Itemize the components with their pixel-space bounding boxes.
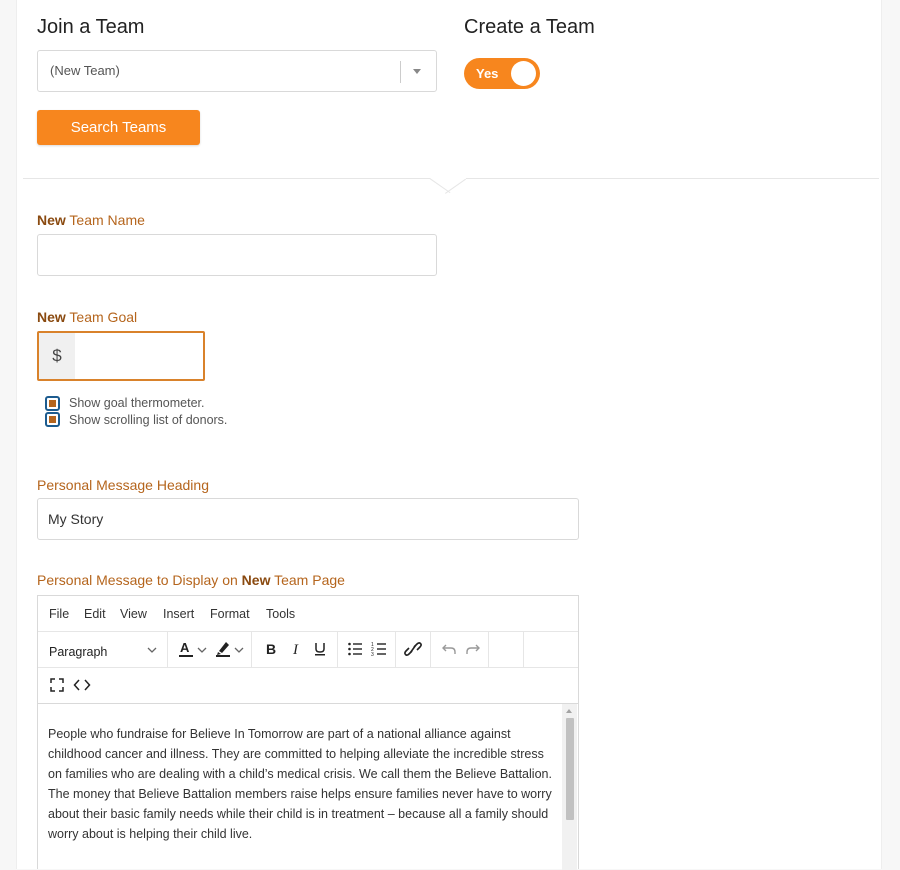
chevron-down-icon[interactable] [413,69,421,74]
checkbox-check [49,416,56,423]
svg-text:A: A [180,640,190,655]
bold-icon[interactable]: B [264,639,278,659]
team-name-label: New Team Name [37,212,145,228]
team-name-label-bold: New [37,212,66,228]
message-label-text: Personal Message to Display on [37,572,242,588]
toolbar-separator [488,632,489,668]
scroll-up-arrow-icon[interactable] [566,709,572,713]
search-teams-button[interactable]: Search Teams [37,110,200,145]
menu-tools[interactable]: Tools [266,607,295,621]
team-goal-label-text: Team Goal [65,309,138,325]
message-label-suffix: Team Page [270,572,345,588]
join-team-heading: Join a Team [37,16,145,38]
block-format-select[interactable]: Paragraph [49,642,107,662]
donor-list-checkbox[interactable] [45,412,60,427]
svg-text:3: 3 [371,652,374,658]
toggle-label: Yes [476,66,499,81]
svg-text:B: B [266,641,276,657]
editor-menubar: File Edit View Insert Format Tools [38,596,578,632]
undo-icon[interactable] [441,639,457,659]
menu-view[interactable]: View [120,607,147,621]
section-divider [23,178,430,179]
chevron-down-icon[interactable] [147,641,157,659]
team-name-label-text: Team Name [65,212,145,228]
menu-format[interactable]: Format [210,607,250,621]
message-body-text: People who fundraise for Believe In Tomo… [48,727,552,841]
team-goal-input[interactable] [75,333,203,379]
divider-notch-right [445,178,467,194]
chevron-down-icon[interactable] [234,641,244,659]
chevron-down-icon[interactable] [197,641,207,659]
editor-content-area[interactable]: People who fundraise for Believe In Tomo… [38,704,578,870]
message-label-bold: New [241,572,271,588]
editor-scrollbar[interactable] [562,704,577,870]
text-color-icon[interactable]: A [177,639,195,659]
goal-thermometer-label: Show goal thermometer. [69,396,205,410]
bullet-list-icon[interactable] [347,639,363,659]
italic-icon[interactable]: I [290,639,304,659]
select-separator [400,61,401,83]
scroll-thumb[interactable] [566,718,574,820]
menu-insert[interactable]: Insert [163,607,194,621]
menu-file[interactable]: File [49,607,69,621]
toolbar-separator [251,632,252,668]
highlight-pen-icon[interactable] [214,639,232,659]
donor-list-label: Show scrolling list of donors. [69,413,228,427]
create-team-heading: Create a Team [464,16,595,38]
editor-toolbar-secondary [38,668,578,704]
underline-icon[interactable] [313,639,327,659]
team-goal-label-bold: New [37,309,66,325]
rich-text-editor: File Edit View Insert Format Tools Parag… [37,595,579,870]
redo-icon[interactable] [465,639,481,659]
team-goal-label: New Team Goal [37,309,137,325]
message-label: Personal Message to Display on New Team … [37,572,345,588]
message-heading-label: Personal Message Heading [37,477,209,493]
toolbar-separator [430,632,431,668]
menu-edit[interactable]: Edit [84,607,106,621]
checkbox-check [49,400,56,407]
message-heading-input[interactable] [37,498,579,540]
team-goal-field[interactable]: $ [37,331,205,381]
link-icon[interactable] [404,639,422,659]
team-select[interactable]: (New Team) [37,50,437,92]
toolbar-separator [337,632,338,668]
numbered-list-icon[interactable]: 123 [371,639,387,659]
goal-thermometer-checkbox[interactable] [45,396,60,411]
toggle-knob [511,61,536,86]
toolbar-separator [167,632,168,668]
source-code-icon[interactable] [73,677,91,693]
create-team-toggle[interactable]: Yes [464,58,540,89]
svg-text:I: I [292,642,299,658]
toolbar-separator [523,632,524,668]
team-form-card: Join a Team (New Team) Search Teams Crea… [16,0,882,870]
currency-prefix: $ [39,333,75,379]
team-select-value: (New Team) [50,63,120,78]
fullscreen-icon[interactable] [49,677,65,693]
toolbar-separator [395,632,396,668]
team-name-input[interactable] [37,234,437,276]
editor-toolbar: Paragraph A B I 1 2 3 [38,632,578,668]
section-divider-right [466,178,879,179]
